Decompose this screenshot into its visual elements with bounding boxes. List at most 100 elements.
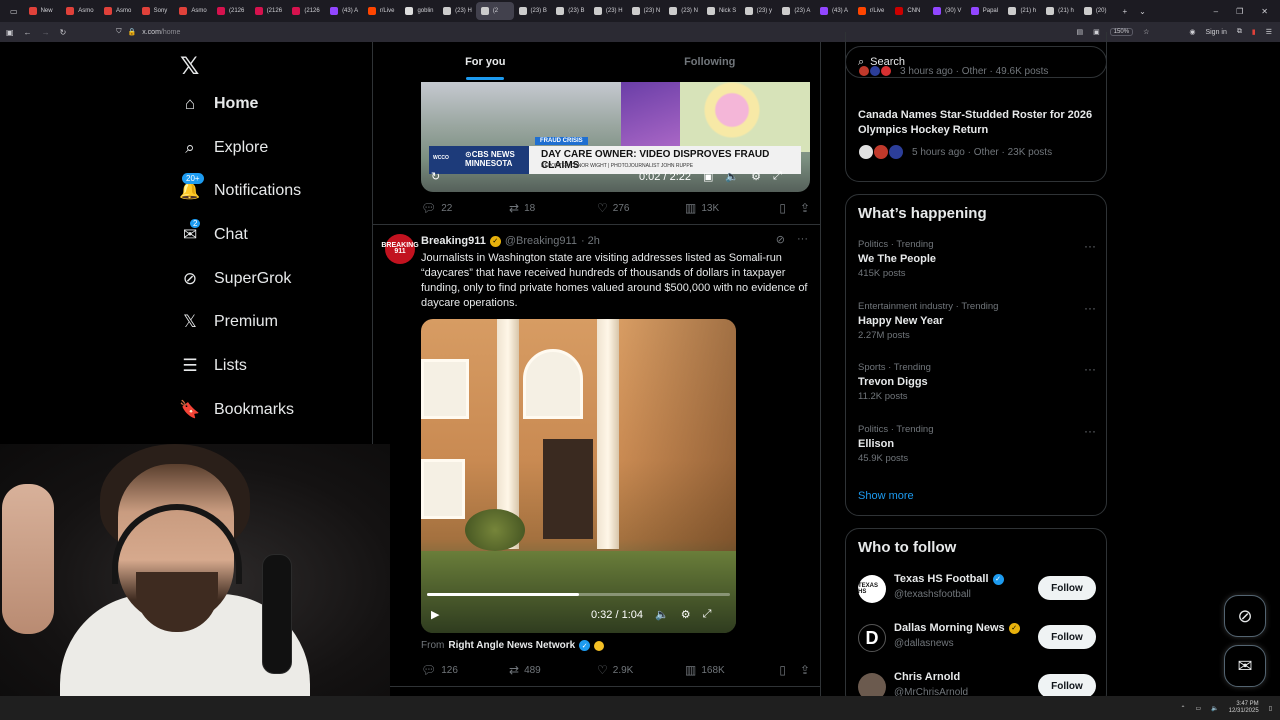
browser-tab[interactable]: (43) A xyxy=(325,2,363,20)
post2-video[interactable]: ▶ 0:32 / 1:04 🔈 ⚙ ⤢ xyxy=(421,319,736,633)
browser-tab[interactable]: (23) H xyxy=(438,2,476,20)
reload-icon[interactable]: ↻ xyxy=(60,28,67,37)
views-button[interactable]: ▥ 168K xyxy=(685,663,773,677)
more-icon[interactable]: ··· xyxy=(1084,362,1096,376)
browser-tab[interactable]: (2126 xyxy=(212,2,250,20)
minimize-button[interactable]: – xyxy=(1214,7,1218,16)
follow-button[interactable]: Follow xyxy=(1038,576,1096,600)
share-icon[interactable]: ⇪ xyxy=(800,201,810,215)
bookmark-star-icon[interactable]: ☆ xyxy=(1143,28,1149,36)
follow-button[interactable]: Follow xyxy=(1038,625,1096,649)
browser-tab[interactable]: Asmo xyxy=(99,2,137,20)
like-button[interactable]: ♡ 276 xyxy=(597,201,685,215)
sidebar-item-home[interactable]: ⌂ Home xyxy=(180,94,259,114)
browser-tab[interactable]: Papal xyxy=(966,2,1004,20)
tab-overview-icon[interactable]: ▭ xyxy=(4,7,24,16)
trend-item[interactable]: Entertainment industry · Trending Happy N… xyxy=(858,301,1096,341)
volume-icon[interactable]: 🔈 xyxy=(655,608,669,621)
trend-item[interactable]: Politics · Trending Ellison 45.9K posts ··· xyxy=(858,424,1096,464)
back-icon[interactable]: ← xyxy=(24,28,32,37)
browser-tab[interactable]: (2 xyxy=(475,2,514,20)
sidebar-item-chat[interactable]: ✉ 2 Chat xyxy=(180,219,248,245)
tab-for-you[interactable]: For you xyxy=(373,42,598,82)
sidebar-item-bookmarks[interactable]: 🔖 Bookmarks xyxy=(179,400,294,420)
fullscreen-icon[interactable]: ⤢ xyxy=(773,170,782,183)
browser-tab[interactable]: r/Live xyxy=(363,2,401,20)
restore-button[interactable]: ❐ xyxy=(1236,7,1243,16)
sidebar-item-explore[interactable]: ⌕ Explore xyxy=(180,138,268,158)
browser-tab[interactable]: (23) B xyxy=(514,2,552,20)
close-window-button[interactable]: ✕ xyxy=(1261,7,1268,16)
show-more-link[interactable]: Show more xyxy=(858,490,914,502)
grok-fab-icon[interactable]: ⊘ xyxy=(1224,595,1266,637)
extensions-icon[interactable]: ⧉ xyxy=(1237,28,1242,36)
video-progress-bar[interactable] xyxy=(427,593,730,596)
browser-tab[interactable]: (23) N xyxy=(664,2,702,20)
sidebar-item-supergrok[interactable]: ⊘ SuperGrok xyxy=(180,269,292,289)
post-time[interactable]: · 2h xyxy=(581,235,600,247)
browser-tab[interactable]: (2126 xyxy=(250,2,288,20)
browser-tab[interactable]: CNN xyxy=(890,2,928,20)
account-name-row[interactable]: Chris Arnold xyxy=(894,671,960,683)
speaker-icon[interactable]: 🔈 xyxy=(1211,705,1218,712)
sidebar-item-lists[interactable]: ☰ Lists xyxy=(180,356,247,376)
more-icon[interactable]: ··· xyxy=(1084,239,1096,253)
sign-in-button[interactable]: Sign in xyxy=(1205,29,1226,36)
settings-icon[interactable]: ⚙ xyxy=(751,170,761,183)
notifications-icon[interactable]: ▯ xyxy=(1269,705,1272,712)
x-logo-icon[interactable]: 𝕏 xyxy=(180,52,199,81)
messages-fab-icon[interactable]: ✉ xyxy=(1224,645,1266,687)
sidebar-item-premium[interactable]: 𝕏 Premium xyxy=(180,312,278,332)
new-tab-button[interactable]: + xyxy=(1117,7,1134,16)
reply-button[interactable]: 💬︎ 126 xyxy=(421,663,509,677)
browser-tab[interactable]: (2126 xyxy=(287,2,325,20)
browser-tab[interactable]: Asmo xyxy=(61,2,99,20)
share-icon[interactable]: ⇪ xyxy=(800,663,810,677)
follow-suggestion[interactable]: TEXAS HS Texas HS Football ✓ @texashsfootba… xyxy=(858,571,1096,607)
browser-tab[interactable]: (21) h xyxy=(1003,2,1041,20)
bookmark-icon[interactable]: ▯ xyxy=(779,201,786,215)
volume-icon[interactable]: 🔈 xyxy=(725,170,739,183)
settings-icon[interactable]: ⚙ xyxy=(681,608,691,621)
more-icon[interactable]: ··· xyxy=(1084,301,1096,315)
views-button[interactable]: ▥ 13K xyxy=(685,201,773,215)
account-name-row[interactable]: Texas HS Football ✓ xyxy=(894,573,1004,585)
fullscreen-icon[interactable]: ⤢ xyxy=(703,608,712,621)
avatar[interactable]: BREAKING 911 xyxy=(381,234,419,264)
sidebar-item-notifications[interactable]: 🔔 20+ Notifications xyxy=(179,173,301,201)
browser-tab[interactable]: Sony xyxy=(137,2,175,20)
news-headline[interactable]: Canada Names Star-Studded Roster for 202… xyxy=(858,108,1098,138)
forward-icon[interactable]: → xyxy=(42,28,50,37)
repost-button[interactable]: ⇄ 18 xyxy=(509,201,597,215)
source-link[interactable]: Right Angle News Network xyxy=(448,640,575,651)
author-name[interactable]: Breaking911 xyxy=(421,235,486,247)
account-name-row[interactable]: Dallas Morning News ✓ xyxy=(894,622,1020,634)
tab-following[interactable]: Following xyxy=(598,42,821,82)
browser-tab[interactable]: Asmo xyxy=(174,2,212,20)
browser-tab[interactable]: (23) H xyxy=(589,2,627,20)
search-input[interactable]: ⌕ Search xyxy=(845,46,1107,78)
browser-tab[interactable]: goblin xyxy=(400,2,438,20)
browser-tab[interactable]: (23) N xyxy=(627,2,665,20)
avatar[interactable]: TEXAS HS xyxy=(858,575,886,603)
browser-tab[interactable]: r/Live xyxy=(853,2,891,20)
trend-item[interactable]: Politics · Trending We The People 415K pos… xyxy=(858,239,1096,279)
replay-icon[interactable]: ↻ xyxy=(431,170,440,183)
browser-tab[interactable]: (20) xyxy=(1079,2,1117,20)
play-icon[interactable]: ▶ xyxy=(431,608,439,621)
browser-tab[interactable]: (23) A xyxy=(777,2,815,20)
bookmark-icon[interactable]: ▯ xyxy=(779,663,786,677)
browser-tab[interactable]: New xyxy=(24,2,62,20)
reply-button[interactable]: 💬︎ 22 xyxy=(421,201,509,215)
tray-chevron-icon[interactable]: ⌃ xyxy=(1180,705,1185,712)
menu-icon[interactable]: ☰ xyxy=(1266,28,1272,36)
browser-tab[interactable]: (23) B xyxy=(551,2,589,20)
avatar[interactable]: D xyxy=(858,624,886,652)
address-bar[interactable]: ⛉ 🔒 x.com/home xyxy=(116,28,180,36)
captions-icon[interactable]: ▣ xyxy=(703,170,713,183)
browser-tab[interactable]: Nick S xyxy=(702,2,740,20)
account-icon[interactable]: ◉ xyxy=(1189,28,1195,36)
sidebar-toggle-icon[interactable]: ▣ xyxy=(6,28,14,37)
trend-item[interactable]: Sports · Trending Trevon Diggs 11.2K posts… xyxy=(858,362,1096,402)
post1-video[interactable]: WCCO ⊙CBS NEWS MINNESOTA FRAUD CRISIS DA… xyxy=(421,82,810,192)
